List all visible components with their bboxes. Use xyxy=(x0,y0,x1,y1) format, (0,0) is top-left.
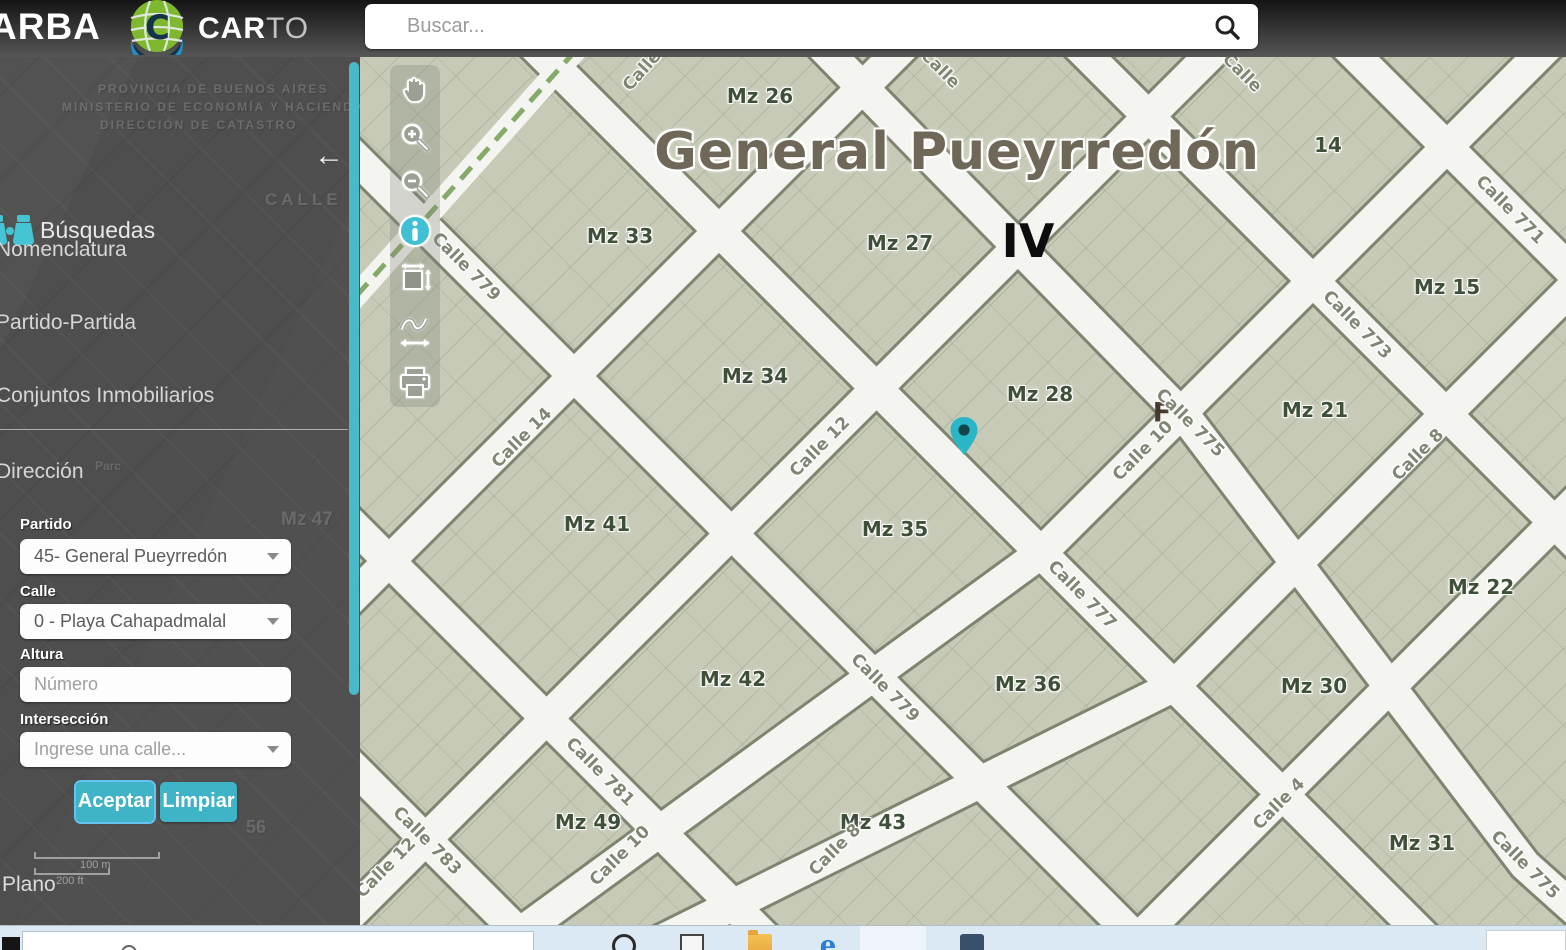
task-view-icon[interactable] xyxy=(680,934,704,950)
calle-label: Calle xyxy=(20,583,56,600)
map-label-mz-34: Mz 34 xyxy=(722,364,788,388)
carto-wordmark: CARTO xyxy=(198,12,309,46)
map-label-mz-28: Mz 28 xyxy=(1007,382,1073,406)
calle-select[interactable]: 0 - Playa Cahapadmalal xyxy=(20,604,291,639)
taskbar-search-box[interactable] xyxy=(22,931,534,950)
pan-hand-tool[interactable] xyxy=(394,69,436,110)
cortana-icon[interactable] xyxy=(612,934,636,950)
partido-select-value: 45- General Pueyrredón xyxy=(34,546,227,567)
map-label-mz-36: Mz 36 xyxy=(995,672,1061,696)
location-pin-icon xyxy=(949,417,979,455)
internet-explorer-icon[interactable]: e xyxy=(816,934,840,950)
sidebar-divider xyxy=(0,429,348,430)
top-bar: ARBA C CARTO xyxy=(0,0,1566,57)
map-label-mz-41: Mz 41 xyxy=(564,512,630,536)
chevron-down-icon xyxy=(267,618,279,625)
altura-label: Altura xyxy=(20,646,63,663)
carto-globe-icon: C xyxy=(128,0,186,55)
scale-meters: 100 m xyxy=(34,859,164,871)
altura-field-wrap xyxy=(20,667,291,702)
map-label-mz-30: Mz 30 xyxy=(1281,674,1347,698)
chevron-down-icon xyxy=(267,746,279,753)
map-search-bar xyxy=(365,4,1258,49)
interseccion-label: Intersección xyxy=(20,711,108,728)
ghost-label: CALLE xyxy=(265,190,342,210)
limpiar-button[interactable]: Limpiar xyxy=(160,782,237,822)
zone-roman-label: IV xyxy=(1002,214,1055,268)
partido-select[interactable]: 45- General Pueyrredón xyxy=(20,539,291,574)
arba-carto-gis-app: ARBA C CARTO xyxy=(0,0,1566,950)
district-title: General Pueyrredón xyxy=(654,122,1260,182)
arba-logo: ARBA xyxy=(0,6,101,48)
map-label-mz-49: Mz 49 xyxy=(555,810,621,834)
folder-icon[interactable] xyxy=(748,934,772,950)
district-title-superscript: 14 xyxy=(1314,133,1342,157)
watermark-line: MINISTERIO DE ECONOMÍA Y HACIENDA xyxy=(62,100,360,114)
sidebar-item-conjuntos-inmobiliarios[interactable]: Conjuntos Inmobiliarios xyxy=(0,384,348,408)
active-app-highlight xyxy=(860,926,926,950)
sidebar-scrollbar[interactable] xyxy=(349,62,359,695)
map-label-mz-21: Mz 21 xyxy=(1282,398,1348,422)
zoom-in-tool[interactable] xyxy=(394,116,436,157)
map-canvas[interactable]: General Pueyrredón 14 IV F Mz 26Mz 33Mz … xyxy=(360,57,1566,925)
map-label-mz-26: Mz 26 xyxy=(727,84,793,108)
zoom-out-tool[interactable] xyxy=(394,163,436,204)
map-label-mz-33: Mz 33 xyxy=(587,224,653,248)
windows-taskbar: e xyxy=(0,925,1566,950)
partido-label: Partido xyxy=(20,516,72,533)
sidebar-item-direccion[interactable]: Dirección xyxy=(0,460,348,484)
map-label-mz-22: Mz 22 xyxy=(1448,575,1514,599)
sidebar-item-partido-partida[interactable]: Partido-Partida xyxy=(0,311,348,335)
start-button[interactable] xyxy=(2,937,20,950)
taskbar-search-icon xyxy=(121,945,137,950)
map-label-mz-42: Mz 42 xyxy=(700,667,766,691)
calle-select-value: 0 - Playa Cahapadmalal xyxy=(34,611,226,632)
watermark-line: PROVINCIA DE BUENOS AIRES xyxy=(98,82,328,96)
measure-tool[interactable] xyxy=(394,304,436,356)
print-tool[interactable] xyxy=(394,362,436,403)
aceptar-button[interactable]: Aceptar xyxy=(76,782,154,822)
info-tool-active[interactable] xyxy=(394,210,436,251)
svg-text:C: C xyxy=(145,8,170,48)
sidebar-item-nomenclatura[interactable]: Nomenclatura xyxy=(0,238,348,262)
ghost-label: 56 xyxy=(246,817,266,838)
search-icon[interactable] xyxy=(1214,14,1240,40)
interseccion-select-value: Ingrese una calle... xyxy=(34,739,186,760)
map-toolbar xyxy=(390,65,440,407)
photos-icon[interactable] xyxy=(960,934,984,950)
map-label-mz-15: Mz 15 xyxy=(1414,275,1480,299)
map-label-mz-35: Mz 35 xyxy=(862,517,928,541)
map-base-layer xyxy=(360,57,1566,925)
map-label-mz-27: Mz 27 xyxy=(867,231,933,255)
sidebar: PROVINCIA DE BUENOS AIRES MINISTERIO DE … xyxy=(0,57,360,925)
ghost-label: Mz 47 xyxy=(281,509,333,531)
plano-section[interactable]: Plano xyxy=(2,873,56,897)
search-input[interactable] xyxy=(365,15,1214,38)
carto-logo: C CARTO xyxy=(128,0,309,57)
interseccion-select[interactable]: Ingrese una calle... xyxy=(20,732,291,767)
map-label-mz-31: Mz 31 xyxy=(1389,831,1455,855)
tray-white-box xyxy=(1486,930,1566,950)
watermark-line: DIRECCIÓN DE CATASTRO xyxy=(100,118,298,132)
altura-input[interactable] xyxy=(34,674,261,695)
zoom-extent-tool[interactable] xyxy=(394,257,436,298)
collapse-sidebar-arrow-icon[interactable]: ← xyxy=(314,141,344,171)
chevron-down-icon xyxy=(267,553,279,560)
